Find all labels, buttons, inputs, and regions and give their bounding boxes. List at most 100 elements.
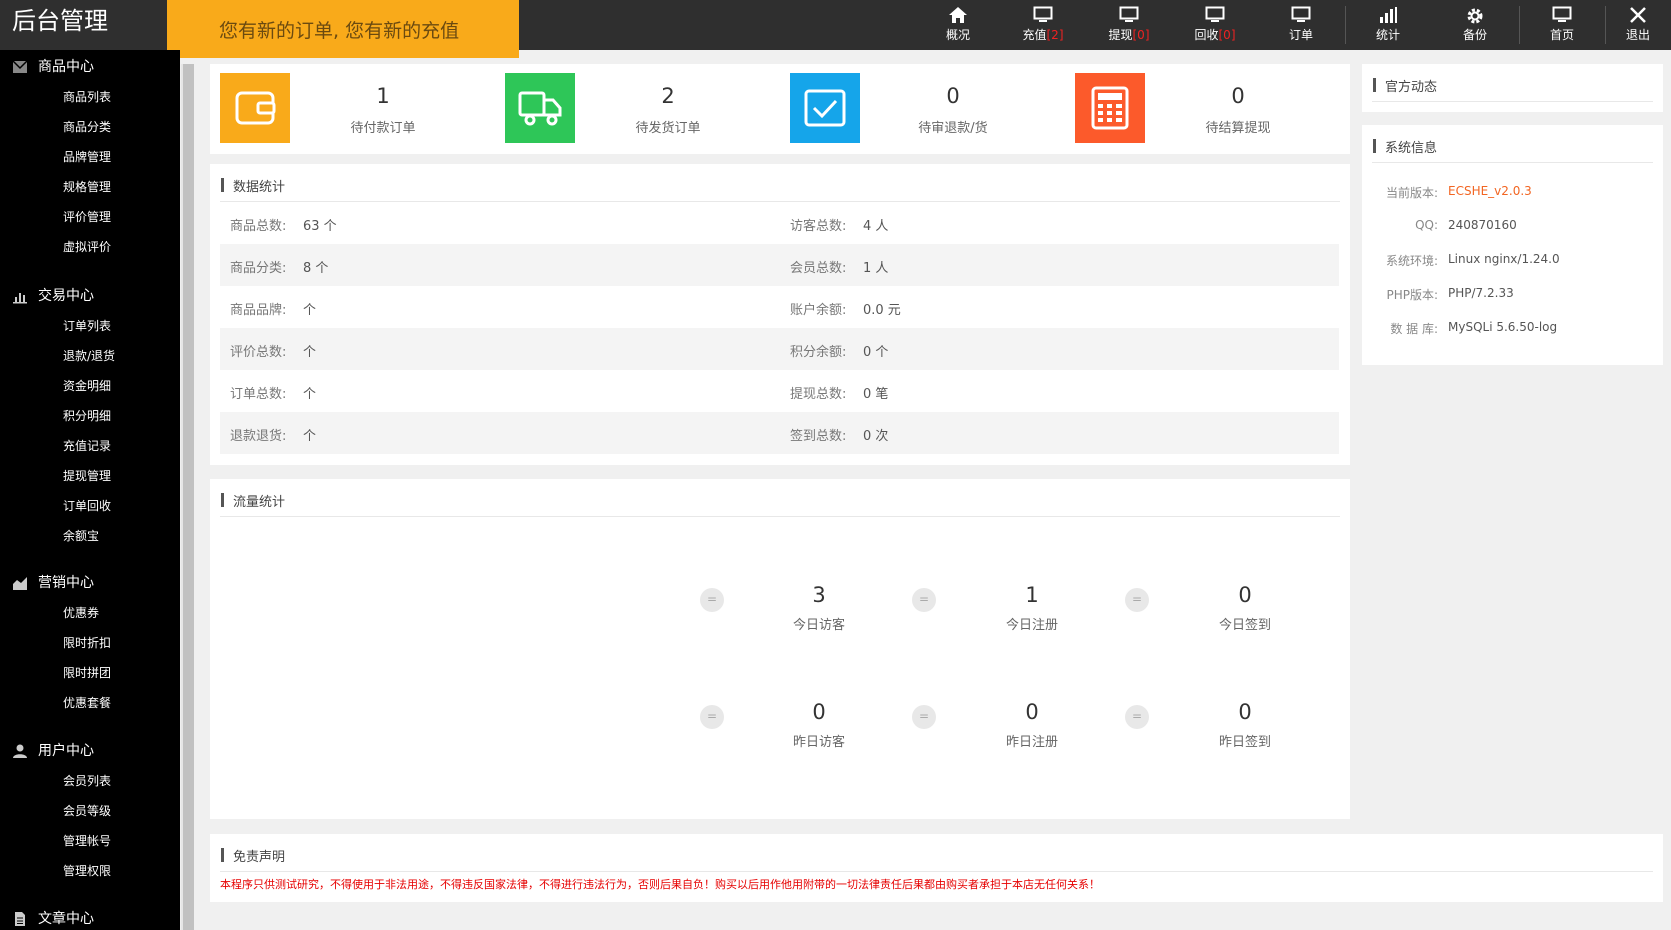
nav-withdraw[interactable]: 提现[0] bbox=[1086, 0, 1172, 50]
nav-recharge[interactable]: 充值[2] bbox=[1000, 0, 1086, 50]
sidebar-item[interactable]: 限时折扣 bbox=[0, 628, 180, 658]
sidebar-item[interactable]: 管理帐号 bbox=[0, 826, 180, 856]
equals-icon: = bbox=[1125, 705, 1149, 729]
data-stats-panel: 数据统计 商品总数: 63 个 访客总数: 4 人 商品分类: 8 个 会员总数… bbox=[210, 164, 1350, 465]
sidebar-group-label: 文章中心 bbox=[38, 911, 94, 927]
gear-icon bbox=[1467, 8, 1483, 24]
nav-home[interactable]: 首页 bbox=[1519, 0, 1605, 50]
nav-label: 回收 bbox=[1194, 28, 1219, 42]
sidebar-item[interactable]: 品牌管理 bbox=[0, 142, 180, 172]
nav-backup[interactable]: 备份 bbox=[1432, 0, 1518, 50]
sidebar-item[interactable]: 管理权限 bbox=[0, 856, 180, 886]
table-row: 商品分类: 8 个 会员总数: 1 人 bbox=[220, 244, 1339, 286]
nav-statistics[interactable]: 统计 bbox=[1345, 0, 1431, 50]
sidebar-group-label: 用户中心 bbox=[38, 743, 94, 759]
stat-value: 0 个 bbox=[863, 345, 889, 360]
stat-key: 签到总数: bbox=[790, 429, 847, 444]
sidebar-item[interactable]: 退款/退货 bbox=[0, 341, 180, 371]
new-order-notice[interactable]: 您有新的订单, 您有新的充值 bbox=[167, 0, 519, 58]
nav-orders[interactable]: 订单 bbox=[1258, 0, 1344, 50]
sidebar-item[interactable]: 充值记录 bbox=[0, 431, 180, 461]
sidebar-item[interactable]: 余额宝 bbox=[0, 521, 180, 551]
nav-label: 提现 bbox=[1108, 28, 1133, 42]
sidebar-item[interactable]: 限时拼团 bbox=[0, 658, 180, 688]
sidebar-group-header[interactable]: 文章中心 bbox=[0, 904, 180, 930]
traffic-value: 0 bbox=[1238, 583, 1252, 607]
stat-label[interactable]: 待审退款/货 bbox=[863, 117, 1043, 136]
traffic-panel: 流量统计 = 3 今日访客 = 1 今日注册 = 0 今日签到 = 0 昨日访客… bbox=[210, 479, 1350, 819]
stat-key: 退款退货: bbox=[230, 429, 287, 444]
monitor-icon bbox=[1119, 6, 1139, 22]
sidebar-item[interactable]: 虚拟评价 bbox=[0, 232, 180, 262]
traffic-value: 1 bbox=[1025, 583, 1039, 607]
nav-recycle[interactable]: 回收[0] bbox=[1172, 0, 1258, 50]
info-value: MySQLi 5.6.50-log bbox=[1448, 320, 1558, 334]
sidebar-item[interactable]: 积分明细 bbox=[0, 401, 180, 431]
sidebar-group-label: 营销中心 bbox=[38, 575, 94, 591]
home-icon bbox=[949, 7, 967, 23]
stat-label[interactable]: 待结算提现 bbox=[1148, 117, 1328, 136]
sidebar-item[interactable]: 商品分类 bbox=[0, 112, 180, 142]
equals-icon: = bbox=[1125, 588, 1149, 612]
stat-value: 1 人 bbox=[863, 261, 889, 276]
section-title: 免责声明 bbox=[221, 846, 285, 865]
stat-label[interactable]: 待发货订单 bbox=[578, 117, 758, 136]
equals-icon: = bbox=[700, 705, 724, 729]
stat-key: 提现总数: bbox=[790, 387, 847, 402]
section-title: 流量统计 bbox=[221, 491, 285, 510]
info-key: 数 据 库: bbox=[1390, 322, 1438, 336]
nav-count: [0] bbox=[1218, 28, 1236, 42]
nav-label: 概况 bbox=[945, 28, 970, 42]
sidebar-group-articles: 文章中心 bbox=[0, 904, 180, 930]
user-icon bbox=[13, 744, 27, 758]
sidebar-item[interactable]: 订单列表 bbox=[0, 311, 180, 341]
sidebar-item[interactable]: 会员列表 bbox=[0, 766, 180, 796]
checkbox-icon bbox=[790, 73, 860, 143]
sidebar-item[interactable]: 资金明细 bbox=[0, 371, 180, 401]
stat-key: 商品分类: bbox=[230, 261, 287, 276]
section-title: 系统信息 bbox=[1373, 137, 1437, 156]
traffic-label: 昨日访客 bbox=[792, 735, 845, 750]
traffic-value: 0 bbox=[812, 700, 826, 724]
stat-value: 0.0 元 bbox=[863, 303, 901, 318]
nav-label: 订单 bbox=[1288, 28, 1313, 42]
sidebar-item[interactable]: 订单回收 bbox=[0, 491, 180, 521]
nav-overview[interactable]: 概况 bbox=[915, 0, 1001, 50]
sidebar-item[interactable]: 评价管理 bbox=[0, 202, 180, 232]
nav-label: 退出 bbox=[1625, 28, 1650, 42]
table-row: 商品品牌: 个 账户余额: 0.0 元 bbox=[220, 286, 1339, 328]
nav-logout[interactable]: 退出 bbox=[1605, 0, 1671, 50]
sidebar-item[interactable]: 会员等级 bbox=[0, 796, 180, 826]
stat-value: 0 bbox=[946, 84, 960, 108]
stat-value: 个 bbox=[303, 429, 317, 444]
stat-key: 评价总数: bbox=[230, 345, 287, 360]
section-title: 官方动态 bbox=[1373, 76, 1437, 95]
mail-icon bbox=[12, 60, 28, 73]
sidebar-group-label: 商品中心 bbox=[38, 59, 94, 75]
nav-label: 备份 bbox=[1462, 28, 1487, 42]
stat-value: 个 bbox=[303, 303, 317, 318]
monitor-icon bbox=[1205, 6, 1225, 22]
sidebar-group-header[interactable]: 营销中心 bbox=[0, 568, 180, 598]
divider bbox=[220, 871, 1653, 872]
monitor-icon bbox=[1552, 6, 1572, 22]
sidebar-item[interactable]: 优惠券 bbox=[0, 598, 180, 628]
sidebar-item[interactable]: 提现管理 bbox=[0, 461, 180, 491]
stat-value: 个 bbox=[303, 345, 317, 360]
sidebar-item[interactable]: 商品列表 bbox=[0, 82, 180, 112]
section-title: 数据统计 bbox=[221, 176, 285, 195]
sidebar-group-header[interactable]: 用户中心 bbox=[0, 736, 180, 766]
stat-key: 访客总数: bbox=[790, 219, 847, 234]
sidebar-group-header[interactable]: 交易中心 bbox=[0, 281, 180, 311]
traffic-label: 昨日注册 bbox=[1005, 735, 1058, 750]
traffic-label: 今日注册 bbox=[1005, 618, 1058, 633]
equals-icon: = bbox=[700, 588, 724, 612]
sidebar-group-header[interactable]: 商品中心 bbox=[0, 52, 180, 82]
stat-value: 0 次 bbox=[863, 429, 889, 444]
divider bbox=[220, 516, 1340, 517]
stat-key: 账户余额: bbox=[790, 303, 847, 318]
sidebar-item[interactable]: 规格管理 bbox=[0, 172, 180, 202]
stat-label[interactable]: 待付款订单 bbox=[293, 117, 473, 136]
sidebar-item[interactable]: 优惠套餐 bbox=[0, 688, 180, 718]
sidebar-scrollbar[interactable] bbox=[181, 64, 194, 930]
